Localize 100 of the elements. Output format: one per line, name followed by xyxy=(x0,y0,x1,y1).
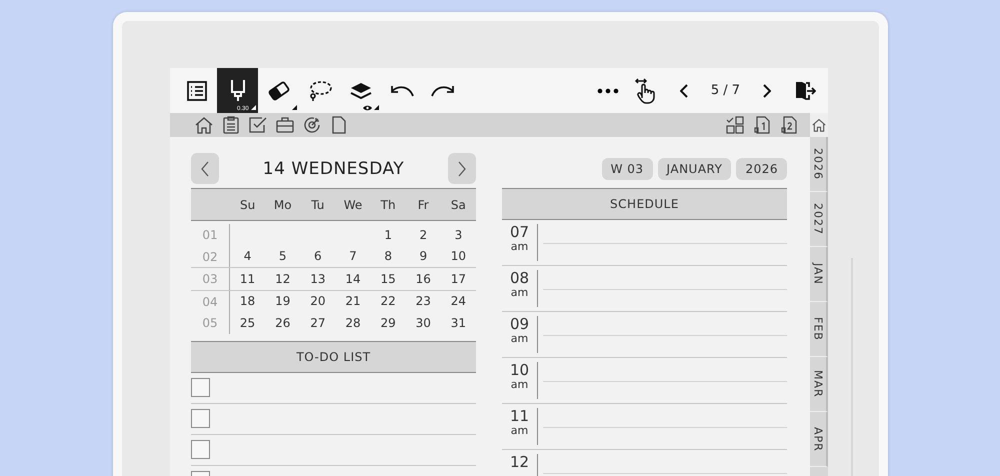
calendar-day[interactable]: 1 xyxy=(384,228,392,242)
checkbox-nav-button[interactable] xyxy=(248,115,267,135)
home-icon xyxy=(194,116,212,134)
hand-pointer-icon xyxy=(634,78,658,104)
period-label: am xyxy=(510,425,528,437)
calendar-day[interactable]: 21 xyxy=(345,294,361,308)
period-label: am xyxy=(510,333,528,345)
calendar-day[interactable]: 22 xyxy=(380,294,396,308)
calendar-day[interactable]: 16 xyxy=(416,272,431,286)
todo-checkbox[interactable] xyxy=(191,440,210,459)
numbered-page-icon xyxy=(754,116,770,134)
calendar-day[interactable]: 18 xyxy=(240,294,256,308)
calendar-day[interactable]: 20 xyxy=(310,294,326,308)
next-day-button[interactable] xyxy=(448,153,476,184)
side-tab[interactable]: APR xyxy=(810,412,828,467)
weekday-label: Mo xyxy=(272,198,293,212)
list-icon xyxy=(186,80,208,102)
week-number: 05 xyxy=(191,312,230,334)
period-label: am xyxy=(510,379,528,391)
hour-label: 11 xyxy=(510,408,530,425)
calendar-day[interactable]: 8 xyxy=(384,249,392,264)
calendar-day[interactable]: 11 xyxy=(240,272,256,286)
home-tab[interactable] xyxy=(810,113,828,137)
calendar-day[interactable]: 13 xyxy=(310,272,326,286)
todo-checkbox[interactable] xyxy=(191,409,210,428)
page-indicator: 5 / 7 xyxy=(710,83,741,98)
chevron-left-icon xyxy=(201,160,209,176)
chevron-left-icon xyxy=(680,84,688,98)
page2-nav-button[interactable] xyxy=(779,115,798,135)
side-tab[interactable]: JAN xyxy=(810,247,828,302)
chevron-right-icon xyxy=(763,84,771,98)
side-tab[interactable]: MAR xyxy=(810,357,828,412)
numbered-page-icon xyxy=(780,116,796,134)
hour-label: 12 xyxy=(510,454,530,471)
calendar-day[interactable]: 29 xyxy=(380,316,396,330)
hour-label: 09 xyxy=(510,316,530,333)
exit-icon xyxy=(794,80,816,102)
date-chip[interactable]: W 03 xyxy=(602,158,653,180)
calendar-day[interactable]: 31 xyxy=(450,316,466,330)
calendar-day[interactable]: 28 xyxy=(345,316,361,330)
calendar-day[interactable]: 15 xyxy=(380,272,396,286)
calendar-day[interactable]: 27 xyxy=(310,316,326,330)
weekday-label: Fr xyxy=(416,198,430,212)
calendar-day[interactable]: 2 xyxy=(419,228,428,242)
weekday-label: Tu xyxy=(310,198,326,212)
grid-nav-button[interactable] xyxy=(725,115,744,135)
clipboard-nav-button[interactable] xyxy=(221,115,240,135)
weekday-label: We xyxy=(342,198,364,212)
checkbox-icon xyxy=(248,116,266,134)
period-label: am xyxy=(510,287,528,299)
calendar-day[interactable]: 26 xyxy=(275,316,290,330)
layers-icon xyxy=(348,80,372,100)
target-nav-button[interactable] xyxy=(302,115,321,135)
week-number: 04 xyxy=(191,290,230,312)
eraser-icon xyxy=(266,80,290,102)
hour-label: 10 xyxy=(510,362,530,379)
calendar-day[interactable]: 3 xyxy=(454,228,462,242)
side-tab[interactable]: 2026 xyxy=(810,137,828,192)
calendar-day[interactable]: 14 xyxy=(345,272,361,286)
calendar-day[interactable]: 6 xyxy=(314,249,322,264)
calendar-day[interactable]: 25 xyxy=(240,316,256,330)
calendar-day[interactable]: 19 xyxy=(275,294,290,308)
briefcase-nav-button[interactable] xyxy=(275,115,294,135)
calendar-day[interactable]: 17 xyxy=(450,272,466,286)
week-number: 01 xyxy=(191,224,230,246)
day-title: 14 WEDNESDAY xyxy=(262,158,404,178)
period-label: am xyxy=(510,241,528,253)
previous-day-button[interactable] xyxy=(191,153,219,184)
calendar-day[interactable]: 10 xyxy=(450,249,466,264)
todo-title: TO-DO LIST xyxy=(296,350,371,364)
weekday-label: Su xyxy=(238,198,256,212)
chevron-right-icon xyxy=(458,160,466,176)
target-icon xyxy=(302,116,320,134)
hour-label: 08 xyxy=(510,270,530,287)
calendar-day[interactable]: 7 xyxy=(349,249,357,264)
calendar-day[interactable]: 4 xyxy=(244,249,252,264)
briefcase-icon xyxy=(276,117,294,133)
hour-label: 07 xyxy=(510,224,530,241)
calendar-day[interactable]: 24 xyxy=(450,294,466,308)
page1-nav-button[interactable] xyxy=(752,115,771,135)
grid-icon xyxy=(726,116,744,134)
calendar-day[interactable]: 30 xyxy=(416,316,431,330)
calendar-day[interactable]: 23 xyxy=(416,294,431,308)
page-icon xyxy=(332,116,346,134)
week-number: 02 xyxy=(191,246,230,267)
todo-checkbox[interactable] xyxy=(191,378,210,397)
date-chip[interactable]: 2026 xyxy=(736,158,787,180)
week-number: 03 xyxy=(191,268,230,290)
more-icon xyxy=(596,88,619,94)
schedule-title: SCHEDULE xyxy=(610,197,679,211)
home-nav-button[interactable] xyxy=(194,115,213,135)
home-icon xyxy=(812,118,826,132)
side-tab[interactable]: 2027 xyxy=(810,192,828,247)
date-chip[interactable]: JANUARY xyxy=(658,158,732,180)
side-tab[interactable]: FEB xyxy=(810,302,828,357)
calendar-day[interactable]: 12 xyxy=(275,272,290,286)
weekday-label: Sa xyxy=(450,198,467,212)
calendar-day[interactable]: 5 xyxy=(278,249,287,264)
calendar-day[interactable]: 9 xyxy=(419,249,428,264)
clipboard-icon xyxy=(222,116,238,134)
